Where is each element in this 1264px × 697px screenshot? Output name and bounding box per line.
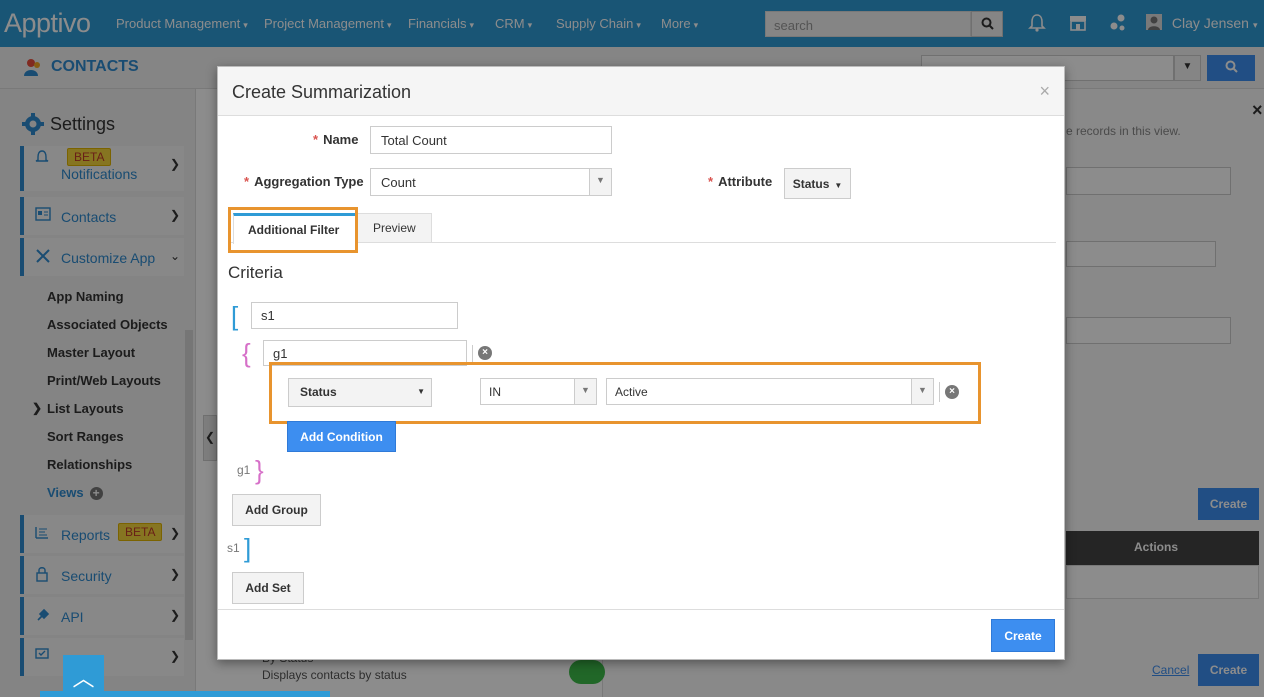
name-input[interactable]: Total Count — [370, 126, 612, 154]
set-close-bracket: ] — [244, 533, 252, 563]
bottom-bar — [40, 691, 330, 697]
set-open-bracket: [ — [231, 301, 239, 331]
group-close-brace: } — [255, 455, 264, 485]
group-close-label: g1 — [237, 463, 251, 477]
add-group-button[interactable]: Add Group — [232, 494, 321, 526]
set-close-label: s1 — [227, 541, 240, 555]
group-open-brace: { — [242, 338, 251, 368]
create-summarization-dialog: Create Summarization × * Name Total Count… — [217, 66, 1065, 660]
close-icon[interactable]: × — [1039, 81, 1050, 102]
aggregation-type-select[interactable]: Count ▼ — [370, 168, 612, 196]
name-label: * Name — [313, 132, 359, 147]
tab-label: Preview — [373, 221, 416, 235]
aggregation-type-label: * Aggregation Type — [244, 174, 364, 189]
create-button[interactable]: Create — [991, 619, 1055, 652]
criteria-title: Criteria — [228, 263, 283, 282]
set-name-input[interactable]: s1 — [251, 302, 458, 329]
condition-highlight-box — [269, 362, 981, 424]
chevron-up-icon: ︿ — [72, 666, 95, 691]
divider — [472, 345, 473, 363]
add-condition-button[interactable]: Add Condition — [287, 421, 396, 452]
add-set-button[interactable]: Add Set — [232, 572, 304, 604]
attribute-select[interactable]: Status ▼ — [784, 168, 851, 199]
chevron-down-icon: ▼ — [589, 169, 611, 195]
tab-highlight-box — [228, 207, 358, 253]
attribute-label: * Attribute — [708, 174, 773, 189]
dialog-footer: Create — [218, 609, 1064, 659]
remove-group-icon[interactable]: × — [478, 346, 492, 360]
dialog-header: Create Summarization × — [218, 67, 1064, 116]
dialog-title: Create Summarization — [232, 82, 412, 102]
